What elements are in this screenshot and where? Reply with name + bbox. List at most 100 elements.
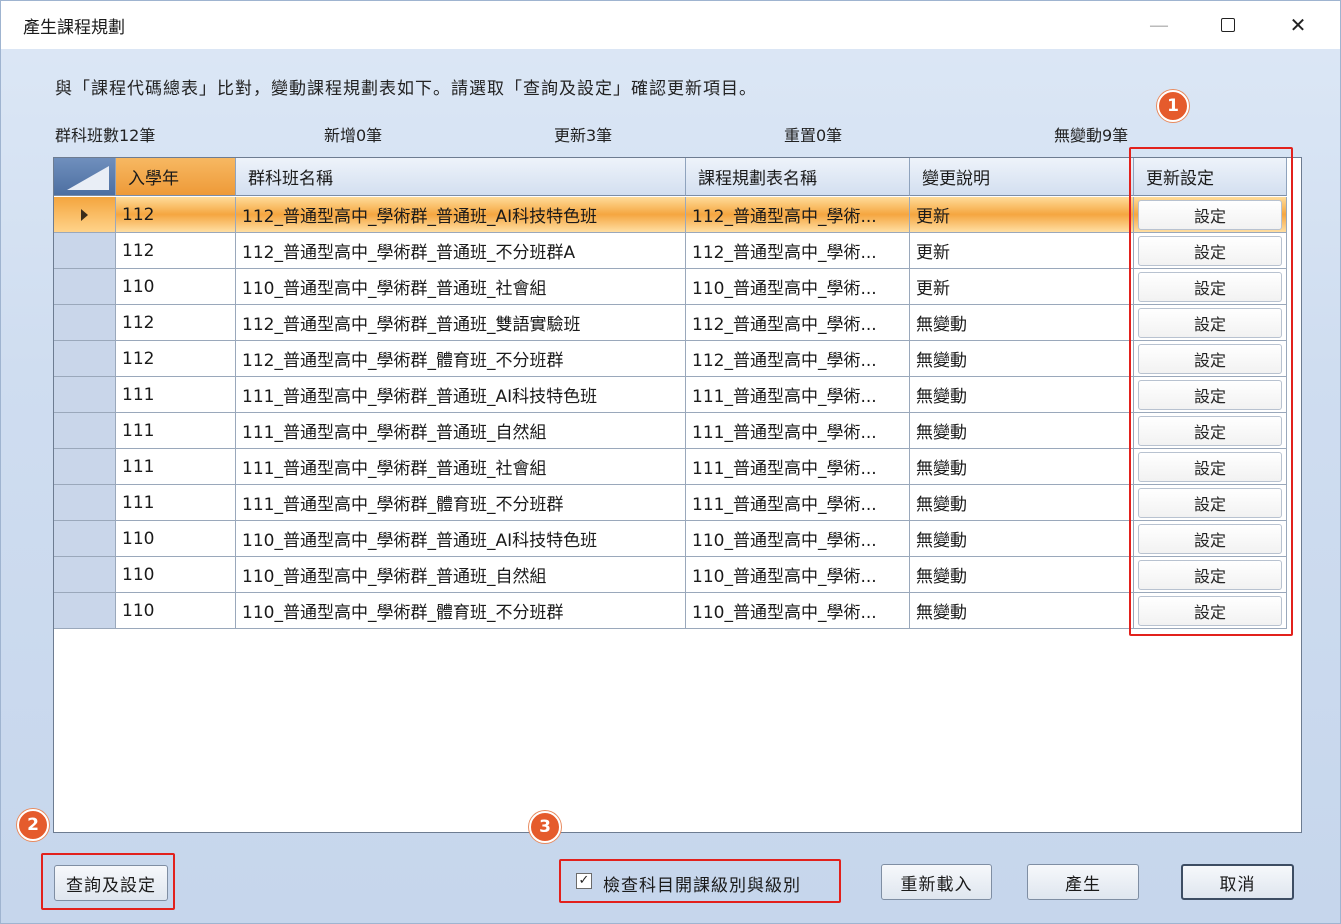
row-selector[interactable] <box>54 305 116 341</box>
cell-class-name: 111_普通型高中_學術群_普通班_AI科技特色班 <box>236 377 686 413</box>
cell-year: 112 <box>116 341 236 377</box>
grid-header: 入學年 群科班名稱 課程規劃表名稱 變更說明 更新設定 <box>54 158 1287 196</box>
cell-year: 110 <box>116 557 236 593</box>
close-button[interactable]: ✕ <box>1275 9 1321 41</box>
maximize-icon <box>1221 18 1235 32</box>
check-level-checkbox[interactable]: ✓ <box>576 873 592 889</box>
cell-year: 112 <box>116 305 236 341</box>
row-selector[interactable] <box>54 197 116 233</box>
cell-class-name: 111_普通型高中_學術群_普通班_自然組 <box>236 413 686 449</box>
row-selector[interactable] <box>54 341 116 377</box>
cell-year: 110 <box>116 269 236 305</box>
table-row[interactable]: 112 112_普通型高中_學術群_體育班_不分班群 112_普通型高中_學術...… <box>54 341 1287 377</box>
count-duplicate: 重置0筆 <box>784 126 843 145</box>
count-unchanged: 無變動9筆 <box>1054 126 1129 145</box>
minimize-button[interactable]: — <box>1136 9 1182 41</box>
title-bar: 產生課程規劃 — ✕ <box>1 1 1340 49</box>
column-header-plan-name[interactable]: 課程規劃表名稱 <box>686 158 910 196</box>
current-row-arrow-icon <box>81 208 88 221</box>
cell-class-name: 111_普通型高中_學術群_體育班_不分班群 <box>236 485 686 521</box>
cell-change: 更新 <box>910 269 1134 305</box>
table-row[interactable]: 110 110_普通型高中_學術群_體育班_不分班群 110_普通型高中_學術...… <box>54 593 1287 629</box>
window-title: 產生課程規劃 <box>23 18 125 38</box>
cell-change: 無變動 <box>910 485 1134 521</box>
cell-plan-name: 111_普通型高中_學術... <box>686 449 910 485</box>
cell-change: 無變動 <box>910 377 1134 413</box>
cell-year: 111 <box>116 413 236 449</box>
cell-change: 無變動 <box>910 593 1134 629</box>
table-row[interactable]: 111 111_普通型高中_學術群_體育班_不分班群 111_普通型高中_學術...… <box>54 485 1287 521</box>
highlight-box-update-column <box>1129 147 1293 636</box>
select-all-corner[interactable] <box>54 158 116 196</box>
reload-button[interactable]: 重新載入 <box>881 864 992 900</box>
cell-change: 無變動 <box>910 449 1134 485</box>
table-row[interactable]: 110 110_普通型高中_學術群_普通班_自然組 110_普通型高中_學術... 無… <box>54 557 1287 593</box>
column-header-class-name[interactable]: 群科班名稱 <box>236 158 686 196</box>
cancel-button[interactable]: 取消 <box>1181 864 1294 900</box>
cell-year: 111 <box>116 449 236 485</box>
cell-change: 無變動 <box>910 341 1134 377</box>
count-total: 群科班數12筆 <box>55 126 156 145</box>
cell-class-name: 110_普通型高中_學術群_體育班_不分班群 <box>236 593 686 629</box>
cell-year: 112 <box>116 197 236 233</box>
step-badge-3: 3 <box>529 811 561 843</box>
row-selector[interactable] <box>54 233 116 269</box>
cell-year: 111 <box>116 485 236 521</box>
table-row[interactable]: 112 112_普通型高中_學術群_普通班_不分班群A 112_普通型高中_學術..… <box>54 233 1287 269</box>
table-row[interactable]: 110 110_普通型高中_學術群_普通班_AI科技特色班 110_普通型高中_學術… <box>54 521 1287 557</box>
cell-plan-name: 112_普通型高中_學術... <box>686 341 910 377</box>
query-settings-button[interactable]: 查詢及設定 <box>54 865 168 901</box>
cell-plan-name: 112_普通型高中_學術... <box>686 197 910 233</box>
check-level-label: 檢查科目開課級別與級別 <box>603 876 801 896</box>
cell-plan-name: 110_普通型高中_學術... <box>686 557 910 593</box>
cell-year: 110 <box>116 593 236 629</box>
cell-class-name: 112_普通型高中_學術群_普通班_不分班群A <box>236 233 686 269</box>
cell-plan-name: 110_普通型高中_學術... <box>686 593 910 629</box>
close-icon: ✕ <box>1289 13 1307 37</box>
step-badge-1: 1 <box>1157 90 1189 122</box>
course-plan-grid[interactable]: 入學年 群科班名稱 課程規劃表名稱 變更說明 更新設定 112 112_普通型高中… <box>53 157 1302 833</box>
cell-plan-name: 112_普通型高中_學術... <box>686 233 910 269</box>
row-selector[interactable] <box>54 485 116 521</box>
row-selector[interactable] <box>54 269 116 305</box>
cell-class-name: 112_普通型高中_學術群_普通班_AI科技特色班 <box>236 197 686 233</box>
row-selector[interactable] <box>54 377 116 413</box>
cell-change: 更新 <box>910 233 1134 269</box>
table-row[interactable]: 112 112_普通型高中_學術群_普通班_雙語實驗班 112_普通型高中_學術..… <box>54 305 1287 341</box>
table-row[interactable]: 111 111_普通型高中_學術群_普通班_自然組 111_普通型高中_學術... 無… <box>54 413 1287 449</box>
maximize-button[interactable] <box>1205 9 1251 41</box>
table-row[interactable]: 112 112_普通型高中_學術群_普通班_AI科技特色班 112_普通型高中_學術… <box>54 197 1287 233</box>
cell-plan-name: 111_普通型高中_學術... <box>686 413 910 449</box>
cell-year: 111 <box>116 377 236 413</box>
cell-class-name: 110_普通型高中_學術群_普通班_自然組 <box>236 557 686 593</box>
row-selector[interactable] <box>54 449 116 485</box>
cell-plan-name: 111_普通型高中_學術... <box>686 377 910 413</box>
row-selector[interactable] <box>54 413 116 449</box>
row-selector[interactable] <box>54 557 116 593</box>
table-row[interactable]: 111 111_普通型高中_學術群_普通班_社會組 111_普通型高中_學術... 無… <box>54 449 1287 485</box>
row-selector[interactable] <box>54 521 116 557</box>
instruction-text: 與「課程代碼總表」比對，變動課程規劃表如下。請選取「查詢及設定」確認更新項目。 <box>55 79 757 99</box>
cell-plan-name: 110_普通型高中_學術... <box>686 521 910 557</box>
cell-year: 110 <box>116 521 236 557</box>
cell-plan-name: 112_普通型高中_學術... <box>686 305 910 341</box>
cell-year: 112 <box>116 233 236 269</box>
count-updated: 更新3筆 <box>554 126 613 145</box>
cell-change: 無變動 <box>910 557 1134 593</box>
generate-button[interactable]: 產生 <box>1027 864 1139 900</box>
cell-change: 更新 <box>910 197 1134 233</box>
dialog-window: 產生課程規劃 — ✕ 與「課程代碼總表」比對，變動課程規劃表如下。請選取「查詢及… <box>0 0 1341 924</box>
table-row[interactable]: 111 111_普通型高中_學術群_普通班_AI科技特色班 111_普通型高中_學術… <box>54 377 1287 413</box>
cell-change: 無變動 <box>910 521 1134 557</box>
cell-change: 無變動 <box>910 413 1134 449</box>
cell-class-name: 110_普通型高中_學術群_普通班_社會組 <box>236 269 686 305</box>
column-header-change[interactable]: 變更說明 <box>910 158 1134 196</box>
cell-plan-name: 111_普通型高中_學術... <box>686 485 910 521</box>
minimize-icon: — <box>1149 13 1169 37</box>
step-badge-2: 2 <box>17 809 49 841</box>
row-selector[interactable] <box>54 593 116 629</box>
cell-class-name: 110_普通型高中_學術群_普通班_AI科技特色班 <box>236 521 686 557</box>
cell-class-name: 112_普通型高中_學術群_體育班_不分班群 <box>236 341 686 377</box>
table-row[interactable]: 110 110_普通型高中_學術群_普通班_社會組 110_普通型高中_學術... 更… <box>54 269 1287 305</box>
column-header-year[interactable]: 入學年 <box>116 158 236 196</box>
